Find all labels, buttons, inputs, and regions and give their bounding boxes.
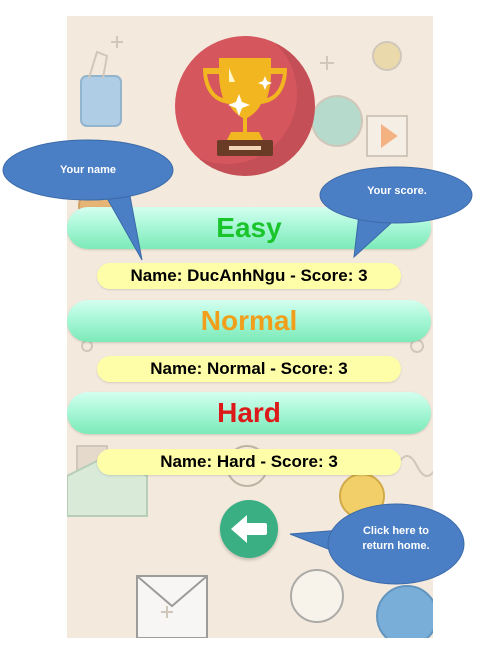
trophy-badge (175, 36, 315, 176)
level-bar-normal: Normal (67, 300, 431, 342)
callout-your-name (2, 139, 174, 261)
back-home-button[interactable] (220, 500, 278, 558)
callout-return-home-line2: return home. (362, 540, 430, 552)
trophy-icon (203, 58, 287, 156)
score-pill-hard: Name: Hard - Score: 3 (97, 449, 401, 475)
level-title-normal: Normal (200, 305, 298, 336)
level-title-easy: Easy (216, 212, 282, 243)
callout-return-home-line1: Click here to (362, 525, 430, 537)
level-bar-hard: Hard (67, 392, 431, 434)
callout-your-score (319, 166, 473, 259)
callout-your-name-text: Your name (59, 164, 117, 176)
score-pill-normal: Name: Normal - Score: 3 (97, 356, 401, 382)
callout-return-home-text: Click here to return home. (344, 524, 448, 554)
level-title-hard: Hard (217, 397, 281, 428)
callout-your-score-text: Your score. (367, 185, 427, 197)
arrow-left-icon (231, 515, 267, 543)
